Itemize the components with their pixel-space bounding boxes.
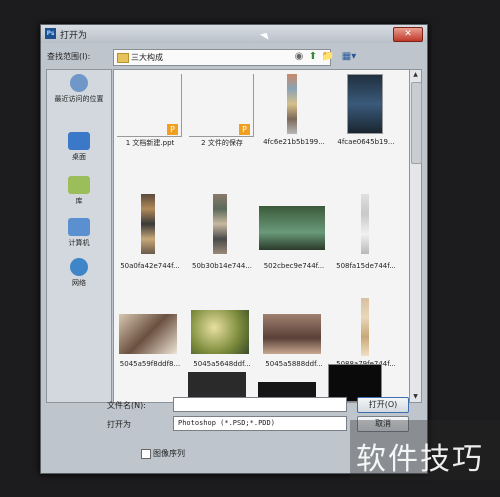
file-item[interactable]: P 1 文档新建.ppt (115, 74, 185, 158)
place-desktop[interactable]: 桌面 (47, 132, 111, 162)
file-name-input[interactable] (173, 397, 347, 412)
file-name-label: 文件名(N): (107, 401, 146, 410)
place-recent[interactable]: 最近访问的位置 (47, 74, 111, 104)
scroll-thumb[interactable] (411, 82, 422, 164)
file-item[interactable]: 50b30b14e744... (187, 194, 257, 278)
file-name: 502cbec9e744f... (263, 262, 325, 270)
look-in-value: 三大构成 (131, 53, 163, 62)
file-list-pane[interactable]: P 1 文档新建.ppt P 2 文件的保存 4fc6e21b5b199... … (113, 69, 411, 403)
file-name: 5045a59f8ddf8... (119, 360, 181, 368)
place-computer[interactable]: 计算机 (47, 218, 111, 248)
file-name: 50a0fa42e744f... (120, 262, 180, 270)
recent-places-icon (70, 74, 88, 92)
image-thumbnail (347, 74, 383, 134)
watermark: 软件技巧 (350, 420, 500, 480)
file-name: 50b30b14e744... (192, 262, 252, 270)
network-icon (70, 258, 88, 276)
scroll-down-icon[interactable]: ▼ (410, 392, 421, 402)
watermark-text: 软件技巧 (356, 442, 484, 477)
image-thumbnail (361, 194, 369, 254)
image-thumbnail (263, 314, 321, 354)
file-name: 4fcae0645b19... (337, 138, 395, 146)
desktop-icon (68, 132, 90, 150)
file-name: 508fa15de744f... (336, 262, 396, 270)
place-library[interactable]: 库 (47, 176, 111, 206)
folder-icon (117, 53, 129, 63)
place-label: 桌面 (72, 153, 86, 161)
place-label: 网络 (72, 279, 86, 287)
file-name: 4fc6e21b5b199... (263, 138, 325, 146)
file-item[interactable]: 4fcae0645b19... (331, 74, 401, 158)
file-item[interactable]: 4fc6e21b5b199... (259, 74, 329, 158)
file-item[interactable]: P 2 文件的保存 (187, 74, 257, 158)
place-network[interactable]: 网络 (47, 258, 111, 288)
scroll-up-icon[interactable]: ▲ (410, 70, 421, 80)
view-menu-button[interactable]: ▦▾ (338, 50, 360, 63)
file-type-dropdown[interactable]: Photoshop (*.PSD;*.PDD) (173, 416, 347, 431)
title-bar: Ps 打开为 ✕ (41, 25, 427, 43)
file-name: 5045a5648ddf... (193, 360, 251, 368)
image-thumbnail (213, 194, 227, 254)
image-thumbnail (259, 206, 325, 250)
image-thumbnail (119, 314, 177, 354)
ppt-file-icon: P (167, 124, 178, 135)
image-sequence-label: 图像序列 (153, 449, 185, 458)
vertical-scrollbar[interactable]: ▲ ▼ (409, 69, 422, 403)
place-label: 计算机 (68, 239, 90, 247)
image-thumbnail (191, 310, 249, 354)
places-bar: 最近访问的位置 桌面 库 计算机 网络 (46, 69, 112, 403)
file-item[interactable]: 508fa15de744f... (331, 194, 401, 278)
image-thumbnail (287, 74, 297, 134)
new-folder-button[interactable]: 📁 (321, 50, 335, 63)
image-thumbnail[interactable] (188, 372, 246, 400)
dialog-title: 打开为 (60, 31, 88, 41)
ppt-file-icon: P (239, 124, 250, 135)
look-in-label: 查找范围(I): (47, 52, 91, 61)
close-button[interactable]: ✕ (393, 27, 423, 42)
computer-icon (68, 218, 90, 236)
back-button[interactable]: ◉ (293, 50, 305, 63)
file-name: 5045a5888ddf... (265, 360, 323, 368)
library-icon (68, 176, 90, 194)
file-name: 1 文档新建.ppt (125, 139, 175, 147)
up-folder-button[interactable]: ⬆ (307, 50, 319, 63)
image-sequence-checkbox[interactable] (141, 449, 151, 459)
place-label: 最近访问的位置 (54, 95, 104, 103)
open-as-dialog: Ps 打开为 ✕ 查找范围(I): 三大构成 ▾ ◉ ⬆ 📁 ▦▾ 最近访问的位… (40, 24, 428, 474)
place-label: 库 (75, 197, 83, 205)
file-item[interactable]: 50a0fa42e744f... (115, 194, 185, 278)
open-button[interactable]: 打开(O) (357, 397, 409, 413)
file-name: 2 文件的保存 (201, 139, 243, 147)
photoshop-app-icon: Ps (45, 28, 56, 39)
file-type-value: Photoshop (*.PSD;*.PDD) (178, 419, 275, 427)
file-item[interactable]: 5045a59f8ddf8... (115, 310, 185, 394)
image-thumbnail (361, 298, 369, 356)
open-as-label: 打开为 (107, 420, 131, 429)
image-thumbnail (141, 194, 155, 254)
file-item[interactable]: 502cbec9e744f... (259, 194, 329, 278)
